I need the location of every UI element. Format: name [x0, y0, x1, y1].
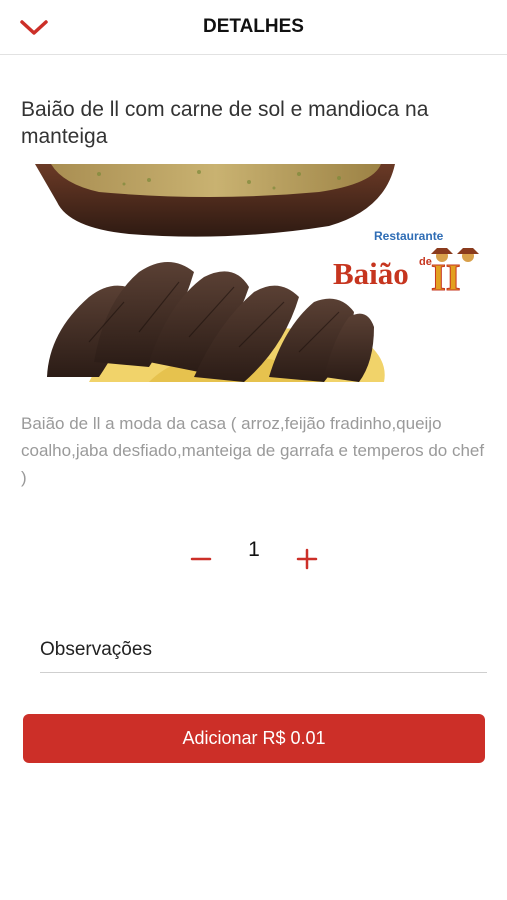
- minus-icon: [190, 557, 212, 561]
- svg-text:II: II: [431, 257, 461, 299]
- product-description: Baião de ll a moda da casa ( arroz,feijã…: [21, 414, 485, 487]
- plus-icon: [296, 548, 318, 570]
- page-title: DETALHES: [203, 16, 304, 37]
- product-title: Baião de ll com carne de sol e mandioca …: [21, 98, 429, 148]
- product-image: Restaurante Baião de II: [29, 162, 499, 384]
- quantity-decrease-button[interactable]: [186, 540, 216, 574]
- restaurant-logo: Restaurante Baião de II: [333, 229, 479, 300]
- observations-input[interactable]: [40, 628, 487, 673]
- quantity-value: 1: [248, 538, 260, 561]
- header: DETALHES: [0, 0, 507, 55]
- svg-text:Restaurante: Restaurante: [374, 229, 444, 243]
- svg-text:de: de: [419, 256, 432, 268]
- add-to-cart-button[interactable]: Adicionar R$ 0.01: [23, 714, 485, 763]
- quantity-increase-button[interactable]: [292, 540, 322, 574]
- svg-text:Baião: Baião: [333, 256, 409, 291]
